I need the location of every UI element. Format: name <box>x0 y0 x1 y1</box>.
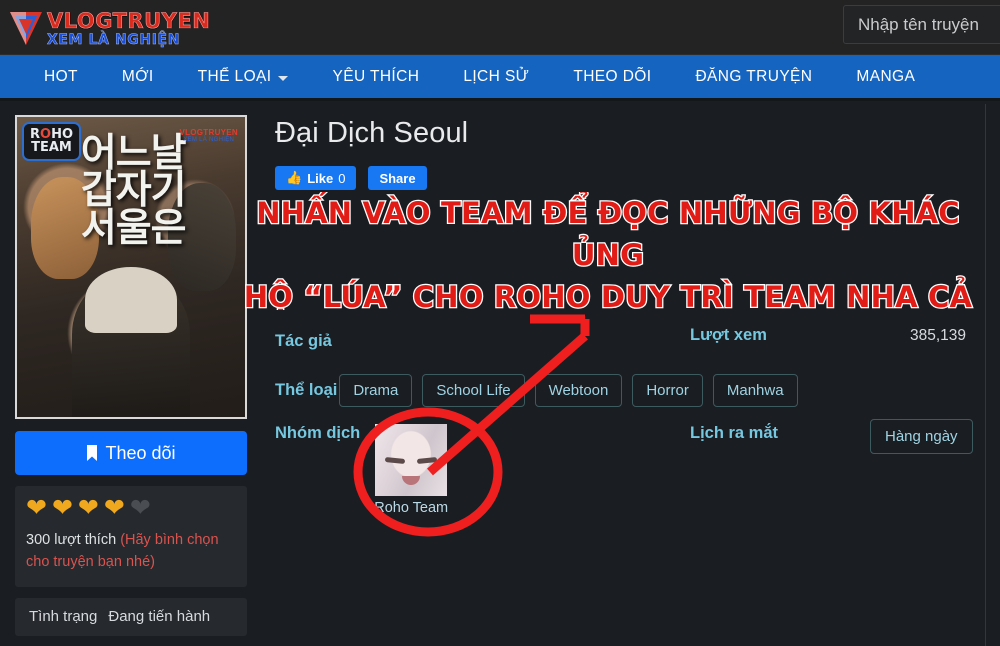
status-label: Tình trạng <box>29 608 98 625</box>
page-body: 어느날 갑자기 서울은 ROHO TEAM VLOGTRUYEN XEM LÀ NGH… <box>0 104 986 646</box>
author-row: Tác giả <box>275 326 332 356</box>
heart-icon-2[interactable]: ❤ <box>52 496 73 521</box>
facebook-share-button[interactable]: Share <box>368 166 427 190</box>
likes-count-label: 300 lượt thích <box>26 532 117 548</box>
translation-group-name: Roho Team <box>374 500 449 516</box>
nav-label: THEO DÕI <box>573 67 652 85</box>
logo-text-secondary: XEM LÀ NGHIỆN <box>47 32 181 48</box>
promo-banner-line-1: NHẤN VÀO TEAM ĐỂ ĐỌC NHỮNG BỘ KHÁC ỦNG <box>255 195 961 274</box>
promo-banner-text: NHẤN VÀO TEAM ĐỂ ĐỌC NHỮNG BỘ KHÁC ỦNG H… <box>228 192 986 310</box>
nav-label: YÊU THÍCH <box>332 67 420 85</box>
site-header: VLOGTRUYEN XEM LÀ NGHIỆN <box>0 0 1000 55</box>
nav-item-moi[interactable]: MỚI <box>100 54 176 100</box>
translation-group-label: Nhóm dịch <box>275 424 361 442</box>
views-label: Lượt xem <box>690 326 767 344</box>
nav-item-hot[interactable]: HOT <box>0 54 100 100</box>
rating-hearts[interactable]: ❤ ❤ ❤ ❤ ❤ <box>26 496 236 521</box>
status-box: Tình trạng Đang tiến hành <box>15 597 247 636</box>
nav-item-dang-truyen[interactable]: ĐĂNG TRUYỆN <box>673 54 834 100</box>
nav-label: MỚI <box>121 67 154 85</box>
genre-tag-school-life[interactable]: School Life <box>422 374 525 407</box>
search-input[interactable] <box>843 5 1000 44</box>
follow-button[interactable]: Theo dõi <box>15 431 247 475</box>
like-count: 0 <box>338 170 346 186</box>
follow-button-label: Theo dõi <box>105 442 176 463</box>
heart-icon-4[interactable]: ❤ <box>104 496 125 521</box>
nav-item-yeu-thich[interactable]: YÊU THÍCH <box>310 54 441 100</box>
status-value: Đang tiến hành <box>108 608 211 625</box>
genre-tag-manhwa[interactable]: Manhwa <box>712 374 798 407</box>
promo-banner: NHẤN VÀO TEAM ĐỂ ĐỌC NHỮNG BỘ KHÁC ỦNG H… <box>0 192 986 310</box>
thumbs-up-icon: 👍 <box>286 170 303 185</box>
author-label: Tác giả <box>275 331 332 350</box>
translation-group-link[interactable]: Roho Team <box>374 424 448 516</box>
site-logo[interactable]: VLOGTRUYEN XEM LÀ NGHIỆN <box>8 6 210 50</box>
nav-item-theo-doi[interactable]: THEO DÕI <box>551 54 673 100</box>
likes-text: 300 lượt thích (Hãy bình chọn cho truyện… <box>26 530 236 574</box>
chevron-down-icon <box>278 75 289 81</box>
cover-watermark: VLOGTRUYEN XEM LÀ NGHIỆN <box>179 128 238 144</box>
translation-group-avatar[interactable] <box>375 424 448 496</box>
nav-item-lich-su[interactable]: LỊCH SỬ <box>441 54 551 100</box>
logo-text-primary: VLOGTRUYEN <box>47 9 211 33</box>
nav-label: THỂ LOẠI <box>197 67 272 85</box>
genre-tag-horror[interactable]: Horror <box>632 374 703 407</box>
nav-label: ĐĂNG TRUYỆN <box>695 67 813 85</box>
views-value: 385,139 <box>910 327 967 344</box>
main-navigation: HOT MỚI THỂ LOẠI YÊU THÍCH LỊCH SỬ THEO … <box>0 55 1000 101</box>
nav-label: LỊCH SỬ <box>463 67 530 85</box>
heart-icon-3[interactable]: ❤ <box>78 496 99 521</box>
page-title: Đại Dịch Seoul <box>275 117 469 149</box>
genre-tag-drama[interactable]: Drama <box>339 374 413 407</box>
schedule-label: Lịch ra mắt <box>690 424 779 442</box>
facebook-like-button[interactable]: 👍 Like 0 <box>275 166 357 190</box>
nav-label: MANGA <box>856 67 916 85</box>
promo-banner-line-2: HỘ “LÚA” CHO ROHO DUY TRÌ TEAM NHA CẢ NH… <box>243 279 974 310</box>
logo-mark-icon <box>10 12 42 45</box>
genre-label: Thể loại <box>275 381 338 399</box>
genre-row: Thể loại Drama School Life Webtoon Horro… <box>275 374 798 407</box>
schedule-value-chip[interactable]: Hàng ngày <box>870 419 973 454</box>
heart-icon-1[interactable]: ❤ <box>26 496 47 521</box>
nav-label: HOT <box>44 67 78 85</box>
like-label: Like <box>307 170 334 186</box>
comic-header: Đại Dịch Seoul 👍 Like 0 Share <box>262 104 986 190</box>
social-buttons: 👍 Like 0 Share <box>275 166 986 190</box>
bookmark-icon <box>87 445 98 461</box>
nav-item-the-loai[interactable]: THỂ LOẠI <box>176 54 311 100</box>
rating-box: ❤ ❤ ❤ ❤ ❤ 300 lượt thích (Hãy bình chọn … <box>15 486 247 587</box>
translation-group-row: Nhóm dịch Roho Team <box>275 424 448 516</box>
cover-watermark-primary: VLOGTRUYEN <box>179 128 238 137</box>
cover-team-badge: ROHO TEAM <box>22 122 82 161</box>
nav-item-manga[interactable]: MANGA <box>834 54 937 100</box>
genre-tag-list: Drama School Life Webtoon Horror Manhwa <box>339 374 798 407</box>
share-label: Share <box>379 170 416 186</box>
heart-icon-5[interactable]: ❤ <box>130 496 151 521</box>
cover-watermark-secondary: XEM LÀ NGHIỆN <box>183 137 235 143</box>
genre-tag-webtoon[interactable]: Webtoon <box>534 374 623 407</box>
